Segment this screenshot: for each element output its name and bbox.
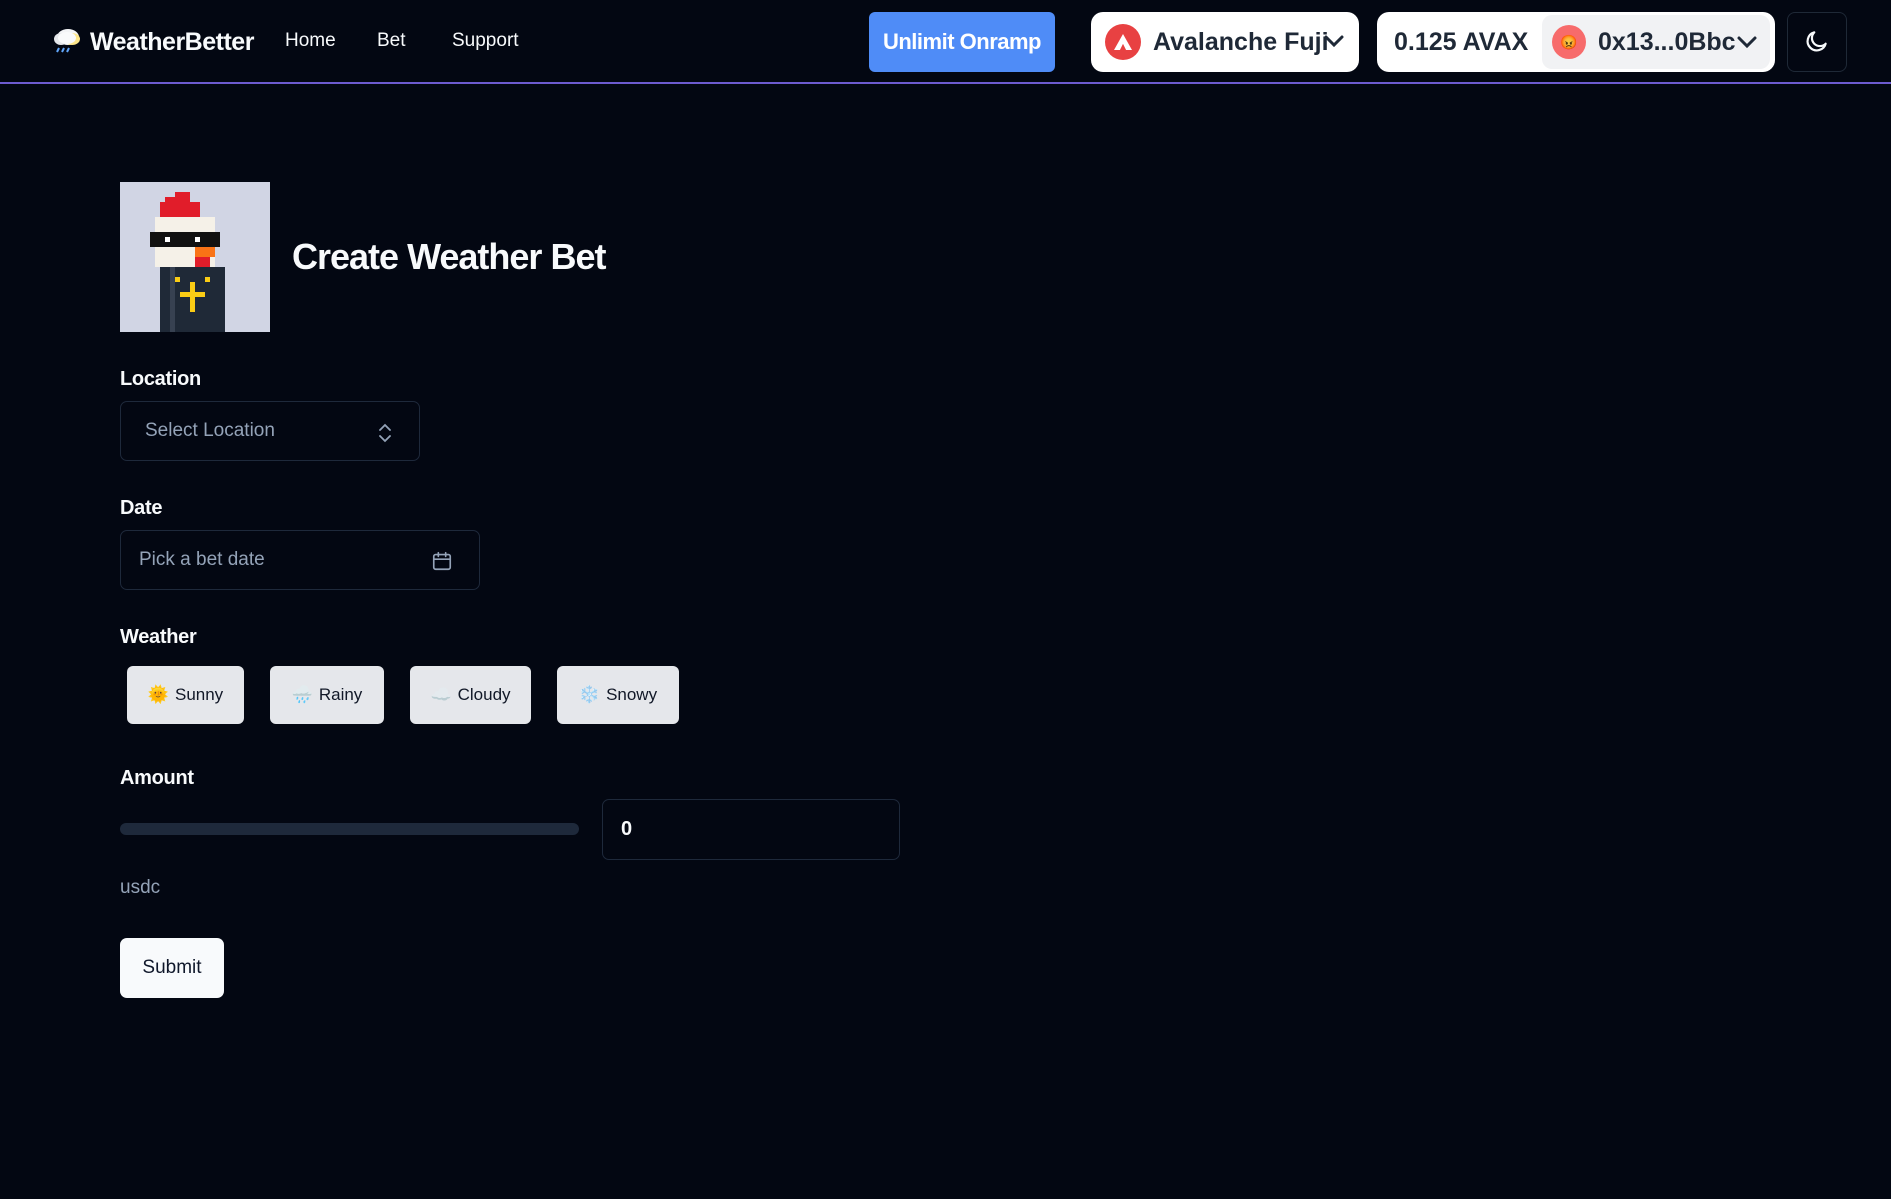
nav-link-home[interactable]: Home xyxy=(285,30,336,52)
weather-option-label: Snowy xyxy=(606,685,658,704)
pixel-chicken-avatar xyxy=(120,182,270,332)
rain-cloud-icon: 🌧️ xyxy=(291,685,313,704)
unlimit-onramp-button[interactable]: Unlimit Onramp xyxy=(869,12,1055,72)
location-label: Location xyxy=(120,368,201,390)
weather-option-sunny[interactable]: 🌞 Sunny xyxy=(127,666,244,724)
theme-toggle-button[interactable] xyxy=(1787,12,1847,72)
chain-selector[interactable]: Avalanche Fuji xyxy=(1091,12,1359,72)
date-picker[interactable]: Pick a bet date xyxy=(120,530,480,590)
account-button[interactable]: 0.125 AVAX 😡 0x13...0Bbc xyxy=(1377,12,1775,72)
snowflake-icon: ❄️ xyxy=(578,685,601,704)
sun-icon: 🌞 xyxy=(147,685,169,704)
location-placeholder: Select Location xyxy=(145,420,275,441)
weather-option-label: Rainy xyxy=(318,685,363,704)
top-navbar: WeatherBetter Home Bet Support Unlimit O… xyxy=(0,0,1891,84)
weather-option-label: Sunny xyxy=(174,685,224,704)
calendar-icon xyxy=(431,550,453,578)
chevron-down-icon xyxy=(1323,30,1345,57)
cloud-rain-icon xyxy=(52,26,82,59)
date-label: Date xyxy=(120,497,163,519)
page-title: Create Weather Bet xyxy=(292,236,606,277)
submit-button[interactable]: Submit xyxy=(120,938,224,998)
chevron-down-icon xyxy=(1736,31,1758,58)
avalanche-logo-icon xyxy=(1105,24,1141,60)
chain-name: Avalanche Fuji xyxy=(1153,27,1329,56)
nav-link-support[interactable]: Support xyxy=(452,30,519,52)
amount-label: Amount xyxy=(120,767,194,789)
weather-option-rainy[interactable]: 🌧️ Rainy xyxy=(270,666,384,724)
cloud-icon: ☁️ xyxy=(430,685,452,704)
brand[interactable]: WeatherBetter xyxy=(52,26,254,59)
wallet-address: 0x13...0Bbc xyxy=(1598,28,1736,56)
amount-unit: usdc xyxy=(120,877,161,898)
location-select[interactable]: Select Location xyxy=(120,401,420,461)
weather-label: Weather xyxy=(120,626,197,648)
amount-slider[interactable] xyxy=(120,823,579,835)
weather-option-label: Cloudy xyxy=(457,685,511,704)
date-placeholder: Pick a bet date xyxy=(139,549,265,570)
moon-icon xyxy=(1804,28,1830,57)
address-pill[interactable]: 😡 0x13...0Bbc xyxy=(1542,15,1770,69)
account-avatar-icon: 😡 xyxy=(1552,25,1586,59)
chevron-up-down-icon xyxy=(377,422,393,450)
brand-name: WeatherBetter xyxy=(90,28,254,56)
weather-option-cloudy[interactable]: ☁️ Cloudy xyxy=(410,666,531,724)
nav-link-bet[interactable]: Bet xyxy=(377,30,406,52)
amount-input[interactable]: 0 xyxy=(602,799,900,860)
wallet-balance: 0.125 AVAX xyxy=(1394,28,1529,56)
weather-option-snowy[interactable]: ❄️ Snowy xyxy=(557,666,679,724)
